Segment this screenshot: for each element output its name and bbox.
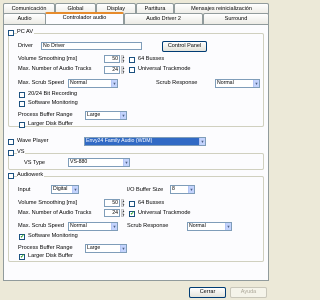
vs-checkbox[interactable]	[8, 150, 14, 156]
buffer-range-label: Process Buffer Range	[18, 112, 73, 118]
aw-software-monitoring-checkbox[interactable]	[19, 234, 25, 240]
scrub-speed-label: Max. Scrub Speed	[18, 80, 65, 86]
audio-tracks-label: Max. Number of Audio Tracks	[18, 66, 92, 72]
vs-group	[8, 153, 264, 170]
chevron-down-icon[interactable]: ▼	[188, 186, 194, 193]
aw-buffer-range-value: Large	[87, 245, 101, 251]
chevron-down-icon[interactable]: ▼	[199, 138, 205, 145]
aw-volume-smoothing-label: Volume Smoothing [ms]	[18, 200, 78, 206]
chevron-down-icon[interactable]: ▼	[123, 159, 129, 166]
pcav-label: PC AV	[17, 29, 35, 35]
wave-player-select[interactable]: Envy24 Family Audio (WDM) ▼	[84, 137, 206, 146]
aw-buffer-range-select[interactable]: Large ▼	[85, 244, 127, 253]
spin-down-icon[interactable]: ▼	[121, 59, 125, 63]
help-button: Ayuda	[230, 287, 267, 298]
chevron-down-icon[interactable]: ▼	[111, 80, 117, 87]
wave-player-value: Envy24 Family Audio (WDM)	[86, 138, 153, 144]
vs-label: VS	[17, 149, 26, 155]
chevron-down-icon[interactable]: ▼	[120, 245, 126, 252]
control-panel-button[interactable]: Control Panel	[162, 41, 207, 52]
io-buffer-value: 8	[172, 186, 175, 192]
tab-audio[interactable]: Audio	[3, 13, 46, 24]
pcav-larger-disk-label: Larger Disk Buffer	[28, 121, 73, 127]
wave-player-checkbox[interactable]	[8, 139, 14, 145]
spin-down-icon[interactable]: ▼	[121, 70, 125, 74]
aw-larger-disk-checkbox[interactable]	[19, 254, 25, 260]
bit-recording-checkbox[interactable]	[19, 92, 25, 98]
aw-busses-checkbox[interactable]	[129, 201, 135, 207]
buffer-range-select[interactable]: Large ▼	[85, 111, 127, 120]
tab-surround[interactable]: Surround	[203, 13, 269, 24]
driver-label: Driver	[18, 43, 33, 49]
aw-buffer-range-label: Process Buffer Range	[18, 245, 73, 251]
aw-volume-smoothing-spinner[interactable]: ▲ ▼	[121, 199, 125, 207]
audiowerk-checkbox[interactable]	[8, 173, 14, 179]
aw-scrub-response-value: Normal	[189, 223, 206, 229]
universal-trackmode-label: Universal Trackmode	[138, 66, 191, 72]
chevron-down-icon[interactable]: ▼	[253, 80, 259, 87]
aw-scrub-response-label: Scrub Response	[127, 223, 169, 229]
scrub-response-label: Scrub Response	[156, 80, 198, 86]
audio-tracks-spinner[interactable]: ▲ ▼	[121, 66, 125, 74]
aw-universal-trackmode-label: Universal Trackmode	[138, 210, 191, 216]
aw-scrub-speed-value: Normal	[70, 223, 87, 229]
io-buffer-label: I/O Buffer Size	[127, 187, 164, 193]
pcav-software-monitoring-checkbox[interactable]	[19, 101, 25, 107]
chevron-down-icon[interactable]: ▼	[111, 223, 117, 230]
scrub-response-select[interactable]: Normal ▼	[215, 79, 260, 88]
vs-type-label: VS Type	[24, 160, 46, 166]
aw-busses-label: 64 Busses	[138, 200, 165, 206]
buffer-range-value: Large	[87, 112, 101, 118]
volume-smoothing-spinner[interactable]: ▲ ▼	[121, 55, 125, 63]
aw-audio-tracks-spinner[interactable]: ▲ ▼	[121, 209, 125, 217]
tab-audio-driver-2[interactable]: Audio Driver 2	[124, 13, 203, 24]
audio-tracks-input[interactable]: 24	[104, 66, 120, 74]
wave-player-label: Wave Player	[17, 138, 49, 144]
aw-scrub-speed-select[interactable]: Normal ▼	[68, 222, 118, 231]
input-select[interactable]: Digital ▼	[51, 185, 79, 194]
bit-recording-label: 20/24 Bit Recording	[28, 91, 78, 97]
volume-smoothing-input[interactable]: 50	[104, 55, 120, 63]
driver-field[interactable]: No Driver	[41, 42, 142, 50]
vs-type-select[interactable]: VS-880 ▼	[68, 158, 130, 167]
spin-down-icon[interactable]: ▼	[121, 203, 125, 207]
pcav-software-monitoring-label: Software Monitoring	[28, 100, 78, 106]
io-buffer-select[interactable]: 8 ▼	[170, 185, 195, 194]
vs-type-value: VS-880	[70, 159, 88, 165]
tab-controlador-audio[interactable]: Controlador audio	[45, 12, 124, 24]
close-button[interactable]: Cerrar	[189, 287, 226, 298]
chevron-down-icon[interactable]: ▼	[72, 186, 78, 193]
input-label: Input	[18, 187, 31, 193]
universal-trackmode-checkbox[interactable]	[129, 67, 135, 73]
aw-audio-tracks-label: Max. Number of Audio Tracks	[18, 210, 92, 216]
aw-volume-smoothing-input[interactable]: 50	[104, 199, 120, 207]
aw-universal-trackmode-checkbox[interactable]	[129, 211, 135, 217]
busses-label: 64 Busses	[138, 56, 165, 62]
audiowerk-label: Audiowerk	[17, 172, 45, 178]
spin-down-icon[interactable]: ▼	[121, 213, 125, 217]
input-value: Digital	[53, 186, 68, 192]
pcav-checkbox[interactable]	[8, 30, 14, 36]
aw-software-monitoring-label: Software Monitoring	[28, 233, 78, 239]
aw-scrub-speed-label: Max. Scrub Speed	[18, 223, 65, 229]
volume-smoothing-label: Volume Smoothing [ms]	[18, 56, 78, 62]
aw-larger-disk-label: Larger Disk Buffer	[28, 253, 73, 259]
aw-audio-tracks-input[interactable]: 24	[104, 209, 120, 217]
pcav-larger-disk-checkbox[interactable]	[19, 122, 25, 128]
chevron-down-icon[interactable]: ▼	[120, 112, 126, 119]
scrub-speed-select[interactable]: Normal ▼	[68, 79, 118, 88]
chevron-down-icon[interactable]: ▼	[225, 223, 231, 230]
scrub-speed-value: Normal	[70, 80, 87, 86]
aw-scrub-response-select[interactable]: Normal ▼	[187, 222, 232, 231]
busses-checkbox[interactable]	[129, 57, 135, 63]
scrub-response-value: Normal	[217, 80, 234, 86]
